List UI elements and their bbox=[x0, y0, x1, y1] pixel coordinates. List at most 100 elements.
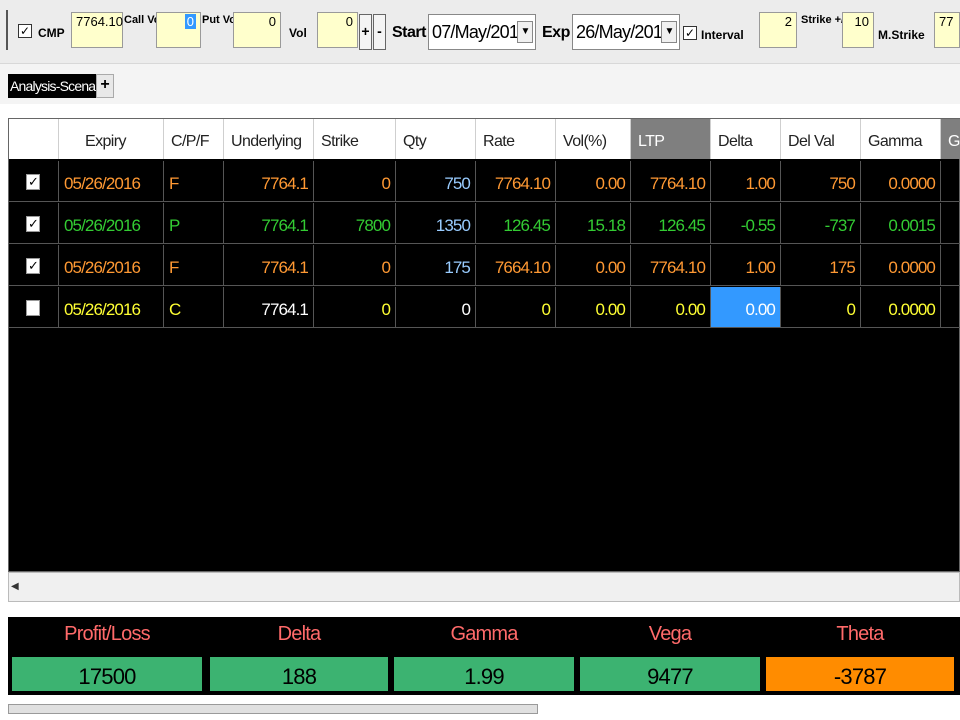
interval-label: Interval bbox=[701, 28, 744, 42]
vol-increment-button[interactable]: + bbox=[359, 14, 372, 50]
vol-input[interactable]: 0 bbox=[317, 12, 358, 48]
vol-label: Vol bbox=[289, 26, 307, 40]
cell-expiry[interactable]: 05/26/2016 bbox=[59, 245, 164, 286]
unchecked-checkbox-icon[interactable] bbox=[26, 300, 40, 316]
cell-gamma[interactable]: 0.0000 bbox=[861, 287, 941, 328]
header-gamma[interactable]: Gamma bbox=[861, 119, 941, 159]
cell-expiry[interactable]: 05/26/2016 bbox=[59, 203, 164, 244]
cell-delta[interactable]: 1.00 bbox=[711, 161, 781, 202]
table-row[interactable]: ✓ 05/26/2016 P 7764.1 7800 1350 126.45 15.18 126… bbox=[9, 203, 960, 245]
cell-gamma[interactable]: 0.0000 bbox=[861, 245, 941, 286]
cell-cpf[interactable]: F bbox=[164, 245, 224, 286]
cell-g[interactable] bbox=[941, 245, 960, 286]
exp-label: Exp bbox=[542, 24, 570, 41]
header-expiry[interactable]: Expiry bbox=[59, 119, 164, 159]
header-qty[interactable]: Qty bbox=[396, 119, 476, 159]
row-select-cell[interactable]: ✓ bbox=[9, 203, 59, 244]
header-rate[interactable]: Rate bbox=[476, 119, 556, 159]
cell-delval[interactable]: 0 bbox=[781, 287, 861, 328]
cell-underlying[interactable]: 7764.1 bbox=[224, 203, 314, 244]
start-date-value: 07/May/2016 bbox=[432, 22, 528, 42]
cmp-label: CMP bbox=[38, 26, 65, 40]
cell-underlying[interactable]: 7764.1 bbox=[224, 287, 314, 328]
chevron-down-icon[interactable]: ▼ bbox=[517, 21, 533, 43]
cell-strike[interactable]: 7800 bbox=[314, 203, 396, 244]
row-select-cell[interactable]: ✓ bbox=[9, 161, 59, 202]
cell-cpf[interactable]: F bbox=[164, 161, 224, 202]
cell-delval[interactable]: 750 bbox=[781, 161, 861, 202]
cell-ltp[interactable]: 126.45 bbox=[631, 203, 711, 244]
checked-checkbox-icon[interactable]: ✓ bbox=[26, 216, 40, 232]
cell-strike[interactable]: 0 bbox=[314, 287, 396, 328]
header-cpf[interactable]: C/P/F bbox=[164, 119, 224, 159]
tab-strip: Analysis-Scenario + bbox=[0, 64, 960, 104]
header-underlying[interactable]: Underlying bbox=[224, 119, 314, 159]
cell-expiry[interactable]: 05/26/2016 bbox=[59, 287, 164, 328]
table-row[interactable]: 05/26/2016 C 7764.1 0 0 0 0.00 0.00 0.00 0 0.0000 bbox=[9, 287, 960, 329]
cell-underlying[interactable]: 7764.1 bbox=[224, 245, 314, 286]
scroll-left-icon[interactable]: ◀ bbox=[11, 581, 19, 592]
cell-g[interactable] bbox=[941, 161, 960, 202]
cell-vol[interactable]: 0.00 bbox=[556, 287, 631, 328]
interval-input[interactable]: 2 bbox=[759, 12, 797, 48]
exp-date-select[interactable]: 26/May/2016 ▼ bbox=[572, 14, 680, 50]
table-row[interactable]: ✓ 05/26/2016 F 7764.1 0 750 7764.10 0.00 7764.10… bbox=[9, 161, 960, 203]
cell-ltp[interactable]: 7764.10 bbox=[631, 245, 711, 286]
cell-cpf[interactable]: C bbox=[164, 287, 224, 328]
interval-checkbox[interactable]: ✓ bbox=[683, 26, 697, 40]
cell-vol[interactable]: 15.18 bbox=[556, 203, 631, 244]
checked-checkbox-icon[interactable]: ✓ bbox=[26, 258, 40, 274]
cell-expiry[interactable]: 05/26/2016 bbox=[59, 161, 164, 202]
row-select-cell[interactable] bbox=[9, 287, 59, 328]
cmp-input[interactable]: 7764.10 bbox=[71, 12, 123, 48]
cell-qty[interactable]: 750 bbox=[396, 161, 476, 202]
add-tab-button[interactable]: + bbox=[96, 74, 114, 98]
cell-rate[interactable]: 7764.10 bbox=[476, 161, 556, 202]
strike-pm-label: Strike +/- bbox=[801, 14, 848, 26]
cell-gamma[interactable]: 0.0015 bbox=[861, 203, 941, 244]
toolbar-grip[interactable] bbox=[6, 10, 9, 50]
cell-qty[interactable]: 175 bbox=[396, 245, 476, 286]
cell-delval[interactable]: 175 bbox=[781, 245, 861, 286]
header-g[interactable]: G bbox=[941, 119, 960, 159]
cell-qty[interactable]: 1350 bbox=[396, 203, 476, 244]
cell-strike[interactable]: 0 bbox=[314, 245, 396, 286]
header-delta[interactable]: Delta bbox=[711, 119, 781, 159]
cell-g[interactable] bbox=[941, 203, 960, 244]
cell-underlying[interactable]: 7764.1 bbox=[224, 161, 314, 202]
cell-g[interactable] bbox=[941, 287, 960, 328]
cell-gamma[interactable]: 0.0000 bbox=[861, 161, 941, 202]
mstrike-input[interactable]: 77 bbox=[934, 12, 960, 48]
horizontal-scrollbar[interactable]: ◀ bbox=[8, 572, 960, 602]
chevron-down-icon[interactable]: ▼ bbox=[661, 21, 677, 43]
cell-ltp[interactable]: 7764.10 bbox=[631, 161, 711, 202]
checked-checkbox-icon[interactable]: ✓ bbox=[26, 174, 40, 190]
cell-rate[interactable]: 0 bbox=[476, 287, 556, 328]
cell-strike[interactable]: 0 bbox=[314, 161, 396, 202]
cell-rate[interactable]: 7664.10 bbox=[476, 245, 556, 286]
table-row[interactable]: ✓ 05/26/2016 F 7764.1 0 175 7664.10 0.00 7764.10… bbox=[9, 245, 960, 287]
vol-decrement-button[interactable]: - bbox=[373, 14, 386, 50]
header-select[interactable] bbox=[9, 119, 59, 159]
cell-vol[interactable]: 0.00 bbox=[556, 245, 631, 286]
strike-pm-input[interactable]: 10 bbox=[842, 12, 874, 48]
call-vol-input[interactable]: 0 bbox=[156, 12, 201, 48]
header-delval[interactable]: Del Val bbox=[781, 119, 861, 159]
cell-cpf[interactable]: P bbox=[164, 203, 224, 244]
cell-rate[interactable]: 126.45 bbox=[476, 203, 556, 244]
cmp-checkbox[interactable]: ✓ bbox=[18, 24, 32, 38]
header-strike[interactable]: Strike bbox=[314, 119, 396, 159]
put-vol-input[interactable]: 0 bbox=[233, 12, 281, 48]
cell-delta[interactable]: -0.55 bbox=[711, 203, 781, 244]
cell-delta[interactable]: 0.00 bbox=[711, 287, 781, 328]
cell-delval[interactable]: -737 bbox=[781, 203, 861, 244]
cell-delta[interactable]: 1.00 bbox=[711, 245, 781, 286]
header-vol[interactable]: Vol(%) bbox=[556, 119, 631, 159]
cell-ltp[interactable]: 0.00 bbox=[631, 287, 711, 328]
cell-vol[interactable]: 0.00 bbox=[556, 161, 631, 202]
row-select-cell[interactable]: ✓ bbox=[9, 245, 59, 286]
cell-qty[interactable]: 0 bbox=[396, 287, 476, 328]
tab-analysis-scenario[interactable]: Analysis-Scenario bbox=[8, 74, 96, 98]
header-ltp[interactable]: LTP bbox=[631, 119, 711, 159]
start-date-select[interactable]: 07/May/2016 ▼ bbox=[428, 14, 536, 50]
